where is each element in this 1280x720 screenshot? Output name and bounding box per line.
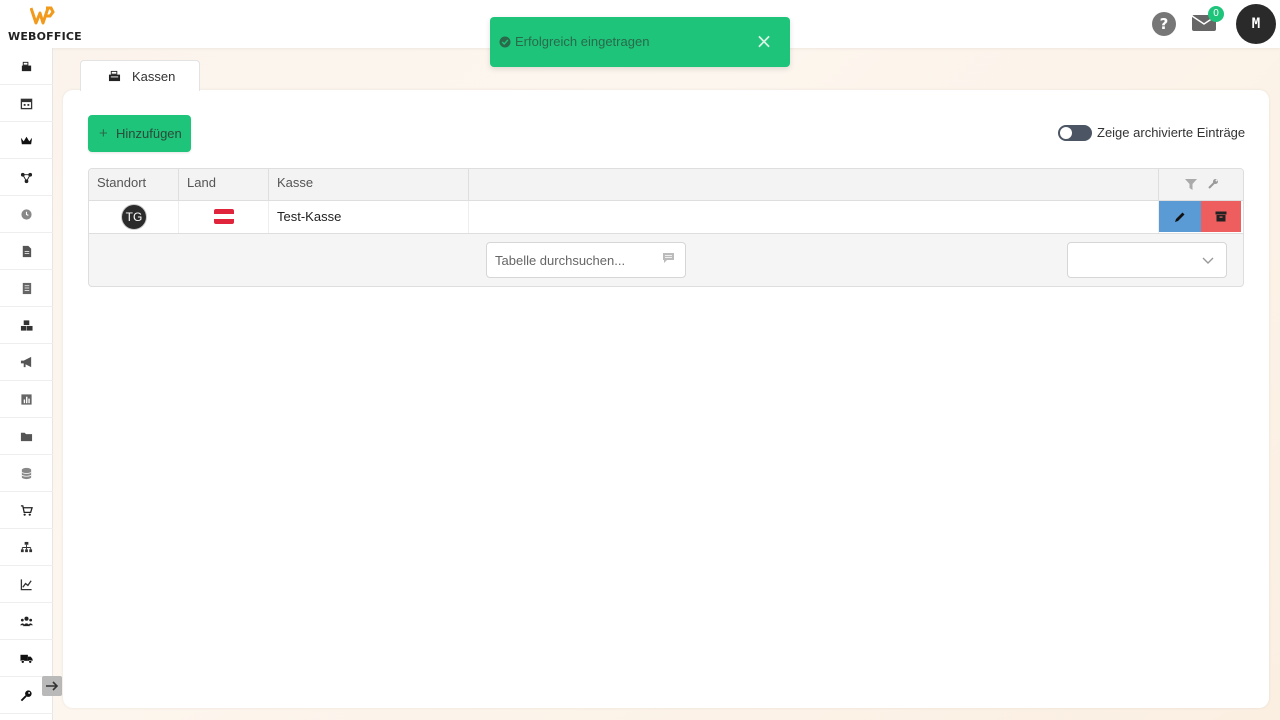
line-chart-icon: [20, 578, 32, 590]
sidebar-collapse-button[interactable]: [42, 676, 62, 696]
user-avatar[interactable]: M: [1236, 4, 1276, 44]
sidebar-item-calendar[interactable]: [0, 85, 53, 122]
sidebar-item-delivery[interactable]: [0, 640, 53, 677]
archive-button[interactable]: [1201, 201, 1241, 232]
sidebar-item-marketing[interactable]: [0, 344, 53, 381]
sidebar-item-lists[interactable]: [0, 270, 53, 307]
cell-standort: TG: [89, 201, 179, 233]
sidebar-item-time[interactable]: [0, 196, 53, 233]
cell-land: [179, 201, 269, 233]
tab-kassen[interactable]: Kassen: [80, 60, 200, 91]
sidebar: [0, 48, 53, 720]
column-header-land[interactable]: Land: [179, 169, 269, 201]
sidebar-item-database[interactable]: [0, 455, 53, 492]
cash-register-icon: [21, 61, 32, 71]
success-toast: Erfolgreich eingetragen ×: [490, 17, 790, 67]
arrow-right-icon: [46, 681, 59, 691]
wrench-icon[interactable]: [1207, 178, 1219, 190]
filter-icon[interactable]: [1185, 179, 1197, 190]
standort-avatar: TG: [122, 205, 146, 229]
folder-icon: [20, 432, 33, 441]
check-circle-icon: [499, 36, 511, 48]
weboffice-logo[interactable]: WEBOFFICE: [8, 6, 82, 43]
add-button-label: Hinzufügen: [116, 126, 182, 141]
truck-icon: [20, 654, 33, 664]
toast-close-button[interactable]: ×: [754, 30, 774, 52]
tab-label: Kassen: [132, 69, 176, 84]
toggle-knob: [1060, 127, 1072, 139]
sidebar-item-documents[interactable]: [0, 233, 53, 270]
cart-icon: [20, 504, 33, 516]
cell-kasse: Test-Kasse: [269, 201, 469, 233]
network-icon: [20, 172, 33, 183]
toast-message: Erfolgreich eingetragen: [515, 34, 650, 49]
sidebar-item-organisation[interactable]: [0, 529, 53, 566]
sidebar-item-inventory[interactable]: [0, 307, 53, 344]
hierarchy-icon: [20, 541, 33, 552]
kassen-table: Standort Land Kasse TG Test-Kasse: [88, 168, 1244, 287]
add-button[interactable]: + Hinzufügen: [88, 115, 191, 152]
sidebar-item-premium[interactable]: [0, 122, 53, 159]
table-header: Standort Land Kasse: [89, 169, 1243, 201]
logo-text: WEBOFFICE: [8, 30, 82, 43]
sidebar-item-statistics[interactable]: [0, 566, 53, 603]
sidebar-item-employees[interactable]: [0, 603, 53, 640]
sidebar-item-reports[interactable]: [0, 381, 53, 418]
sidebar-item-files[interactable]: [0, 418, 53, 455]
comment-icon: [663, 253, 674, 263]
plus-icon: +: [99, 125, 108, 142]
cell-empty: [469, 201, 1159, 233]
search-input[interactable]: [488, 244, 658, 276]
main-card: + Hinzufügen Zeige archivierte Einträge …: [63, 90, 1269, 708]
kasse-name: Test-Kasse: [277, 209, 342, 224]
calendar-icon: [20, 98, 33, 109]
sidebar-item-shop[interactable]: [0, 492, 53, 529]
table-search: [486, 242, 686, 278]
cash-register-icon: [108, 70, 121, 82]
column-header-kasse[interactable]: Kasse: [269, 169, 469, 201]
edit-button[interactable]: [1159, 201, 1201, 232]
pencil-icon: [1175, 212, 1185, 222]
help-button[interactable]: ?: [1152, 12, 1176, 36]
page-size-select[interactable]: [1067, 242, 1227, 278]
database-icon: [21, 467, 32, 479]
list-document-icon: [22, 282, 32, 294]
archive-toggle-label: Zeige archivierte Einträge: [1097, 125, 1246, 140]
crown-icon: [20, 136, 33, 144]
sidebar-item-network[interactable]: [0, 159, 53, 196]
bar-chart-icon: [21, 393, 32, 405]
megaphone-icon: [20, 356, 32, 367]
clock-icon: [21, 208, 32, 220]
weboffice-logo-icon: [30, 6, 55, 25]
column-header-empty: [469, 169, 1159, 201]
users-icon: [20, 616, 33, 626]
chevron-down-icon: [1202, 257, 1214, 264]
austria-flag-icon: [214, 209, 234, 224]
document-icon: [22, 245, 32, 257]
mail-count-badge: 0: [1208, 6, 1224, 22]
column-header-standort[interactable]: Standort: [89, 169, 179, 201]
archive-box-icon: [1215, 211, 1227, 222]
column-header-actions: [1159, 169, 1243, 201]
sidebar-item-kassen[interactable]: [0, 48, 53, 85]
table-row[interactable]: TG Test-Kasse: [89, 201, 1243, 234]
key-icon: [20, 689, 32, 701]
archive-toggle[interactable]: [1058, 125, 1092, 141]
boxes-icon: [20, 319, 33, 331]
